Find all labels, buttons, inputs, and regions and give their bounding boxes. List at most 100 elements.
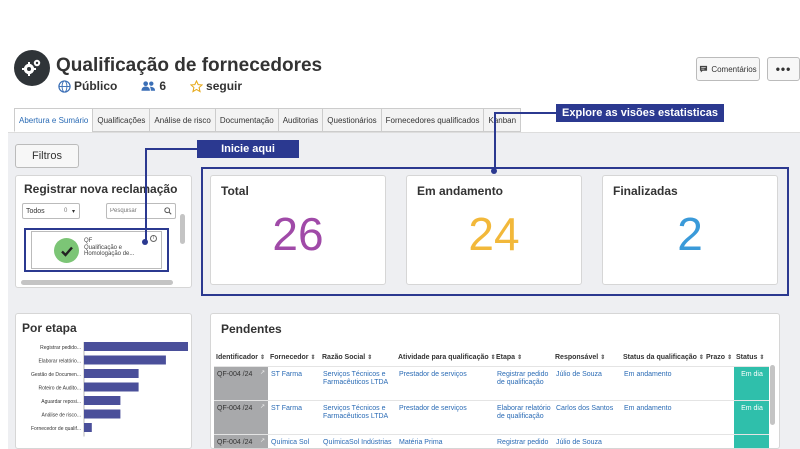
column-header[interactable]: Identificador ⇕ bbox=[214, 350, 268, 366]
cell-company[interactable]: QuímicaSol Indústrias bbox=[320, 433, 396, 448]
sort-icon: ⇕ bbox=[698, 355, 704, 362]
sort-icon: ⇕ bbox=[517, 355, 523, 362]
search-input[interactable] bbox=[110, 206, 160, 216]
column-header[interactable]: Fornecedor ⇕ bbox=[268, 350, 320, 366]
filters-button[interactable]: Filtros bbox=[15, 144, 79, 168]
cell-stage[interactable]: Registrar pedido bbox=[494, 433, 553, 448]
pending-title: Pendentes bbox=[221, 322, 282, 336]
comments-button[interactable]: Comentários bbox=[696, 57, 760, 81]
globe-icon bbox=[58, 79, 71, 93]
vertical-scrollbar[interactable] bbox=[180, 214, 185, 244]
cell-activity[interactable]: Prestador de serviços bbox=[396, 399, 494, 434]
callout-connector bbox=[494, 112, 556, 114]
tab-analise-risco[interactable]: Análise de risco bbox=[149, 108, 215, 132]
cell-identifier[interactable]: QF-004 /24 ↗ bbox=[214, 433, 268, 448]
page: Qualificação de fornecedores Público 6 s… bbox=[0, 0, 800, 449]
sort-icon: ⇕ bbox=[759, 355, 765, 362]
cell-owner[interactable]: Júlio de Souza bbox=[553, 433, 621, 448]
chart-bar bbox=[84, 423, 92, 432]
external-link-icon[interactable]: ↗ bbox=[260, 403, 265, 411]
members-indicator[interactable]: 6 bbox=[141, 79, 166, 93]
visibility-indicator[interactable]: Público bbox=[58, 79, 117, 93]
star-icon bbox=[190, 79, 204, 93]
column-header[interactable]: Atividade para qualificação ⇕ bbox=[396, 350, 496, 366]
filter-select-value: Todos bbox=[26, 207, 45, 215]
chart-category-label: Elaborar relatório... bbox=[38, 359, 81, 365]
cell-qualification-status[interactable]: Em andamento bbox=[621, 365, 704, 400]
chart-bar bbox=[84, 396, 121, 405]
column-header[interactable]: Etapa ⇕ bbox=[494, 350, 553, 366]
cell-activity[interactable]: Prestador de serviços bbox=[396, 365, 494, 400]
tab-documentacao[interactable]: Documentação bbox=[214, 108, 278, 132]
explore-callout: Explore as visões estatisticas bbox=[556, 104, 724, 122]
search-icon bbox=[164, 207, 172, 215]
cell-identifier[interactable]: QF-004 /24 ↗ bbox=[214, 399, 268, 434]
column-header[interactable]: Responsável ⇕ bbox=[553, 350, 621, 366]
sort-icon: ⇕ bbox=[727, 355, 733, 362]
follow-button[interactable]: seguir bbox=[190, 79, 242, 93]
start-callout: Inicie aqui bbox=[197, 140, 299, 158]
sort-icon: ⇕ bbox=[260, 355, 266, 362]
chart-category-label: Gestão de Documen... bbox=[31, 372, 81, 378]
cell-stage[interactable]: Registrar pedido de qualificação bbox=[494, 365, 553, 400]
chart-bar bbox=[84, 342, 188, 351]
users-icon bbox=[141, 81, 156, 91]
cell-owner[interactable]: Carlos dos Santos bbox=[553, 399, 621, 434]
chart-category-label: Roteiro de Audito... bbox=[38, 386, 81, 392]
stage-bar-chart: Registrar pedido... Elaborar relatório...… bbox=[31, 342, 188, 437]
tab-qualificacoes[interactable]: Qualificações bbox=[92, 108, 150, 132]
members-count: 6 bbox=[159, 79, 167, 93]
more-options-button[interactable]: ••• bbox=[767, 57, 800, 81]
search-field[interactable] bbox=[106, 203, 176, 219]
cell-qualification-status[interactable] bbox=[621, 433, 704, 448]
cell-deadline bbox=[704, 433, 734, 448]
table-row[interactable]: QF-004 /24 ↗ ST Farma Serviços Técnicos e… bbox=[214, 399, 769, 434]
cell-owner[interactable]: Júlio de Souza bbox=[553, 365, 621, 400]
column-header[interactable]: Status ⇕ bbox=[734, 350, 769, 366]
stage-chart-card: Por etapa Registrar pedido... Elaborar re… bbox=[15, 313, 192, 449]
tab-abertura-sumario[interactable]: Abertura e Sumário bbox=[14, 108, 93, 132]
external-link-icon[interactable]: ↗ bbox=[260, 369, 265, 377]
table-header-row: Identificador ⇕ Fornecedor ⇕ Razão Social ⇕… bbox=[214, 350, 769, 366]
page-meta: Público 6 seguir bbox=[58, 79, 266, 93]
table-row[interactable]: QF-004 /24 ↗ Química Sol QuímicaSol Indús… bbox=[214, 433, 769, 448]
status-badge: Em dia bbox=[734, 399, 769, 434]
chart-category-label: Registrar pedido... bbox=[40, 345, 81, 351]
chart-category-label: Aguardar reposi... bbox=[41, 399, 81, 405]
cell-qualification-status[interactable]: Em andamento bbox=[621, 399, 704, 434]
comments-label: Comentários bbox=[711, 64, 757, 74]
chart-category-label: Análise de risco... bbox=[42, 413, 81, 419]
cell-supplier[interactable]: ST Farma bbox=[268, 365, 320, 400]
visibility-label: Público bbox=[74, 79, 118, 93]
column-header[interactable]: Status da qualificação ⇕ bbox=[621, 350, 704, 366]
cell-supplier[interactable]: ST Farma bbox=[268, 399, 320, 434]
filter-select-count: 0 bbox=[64, 208, 68, 214]
chart-title: Por etapa bbox=[22, 321, 77, 335]
cell-stage[interactable]: Elaborar relatório de qualificação bbox=[494, 399, 553, 434]
callout-dot bbox=[142, 239, 148, 245]
tab-auditorias[interactable]: Auditorias bbox=[277, 108, 323, 132]
table-row[interactable]: QF-004 /24 ↗ ST Farma Serviços Técnicos e… bbox=[214, 365, 769, 400]
cell-deadline bbox=[704, 365, 734, 400]
external-link-icon[interactable]: ↗ bbox=[260, 437, 265, 445]
cell-supplier[interactable]: Química Sol bbox=[268, 433, 320, 448]
cell-company[interactable]: Serviços Técnicos e Farmacêuticos LTDA bbox=[320, 399, 396, 434]
filter-select[interactable]: Todos 0 ▾ bbox=[22, 203, 80, 219]
chevron-down-icon: ▾ bbox=[72, 208, 76, 215]
table-scrollbar[interactable] bbox=[770, 365, 775, 425]
cell-activity[interactable]: Matéria Prima bbox=[396, 433, 494, 448]
horizontal-scrollbar[interactable] bbox=[21, 280, 173, 285]
tab-fornecedores-qualificados[interactable]: Fornecedores qualificados bbox=[380, 108, 484, 132]
column-header[interactable]: Prazo ⇕ bbox=[704, 350, 734, 366]
callout-dot bbox=[491, 168, 497, 174]
callout-connector bbox=[494, 112, 496, 172]
tab-questionarios[interactable]: Questionários bbox=[322, 108, 381, 132]
gear-icon bbox=[14, 50, 50, 86]
status-badge bbox=[734, 433, 769, 448]
cell-identifier[interactable]: QF-004 /24 ↗ bbox=[214, 365, 268, 400]
metrics-highlight-frame bbox=[201, 167, 789, 296]
sort-icon: ⇕ bbox=[490, 355, 496, 362]
cell-deadline bbox=[704, 399, 734, 434]
cell-company[interactable]: Serviços Técnicos e Farmacêuticos LTDA bbox=[320, 365, 396, 400]
column-header[interactable]: Razão Social ⇕ bbox=[320, 350, 396, 366]
